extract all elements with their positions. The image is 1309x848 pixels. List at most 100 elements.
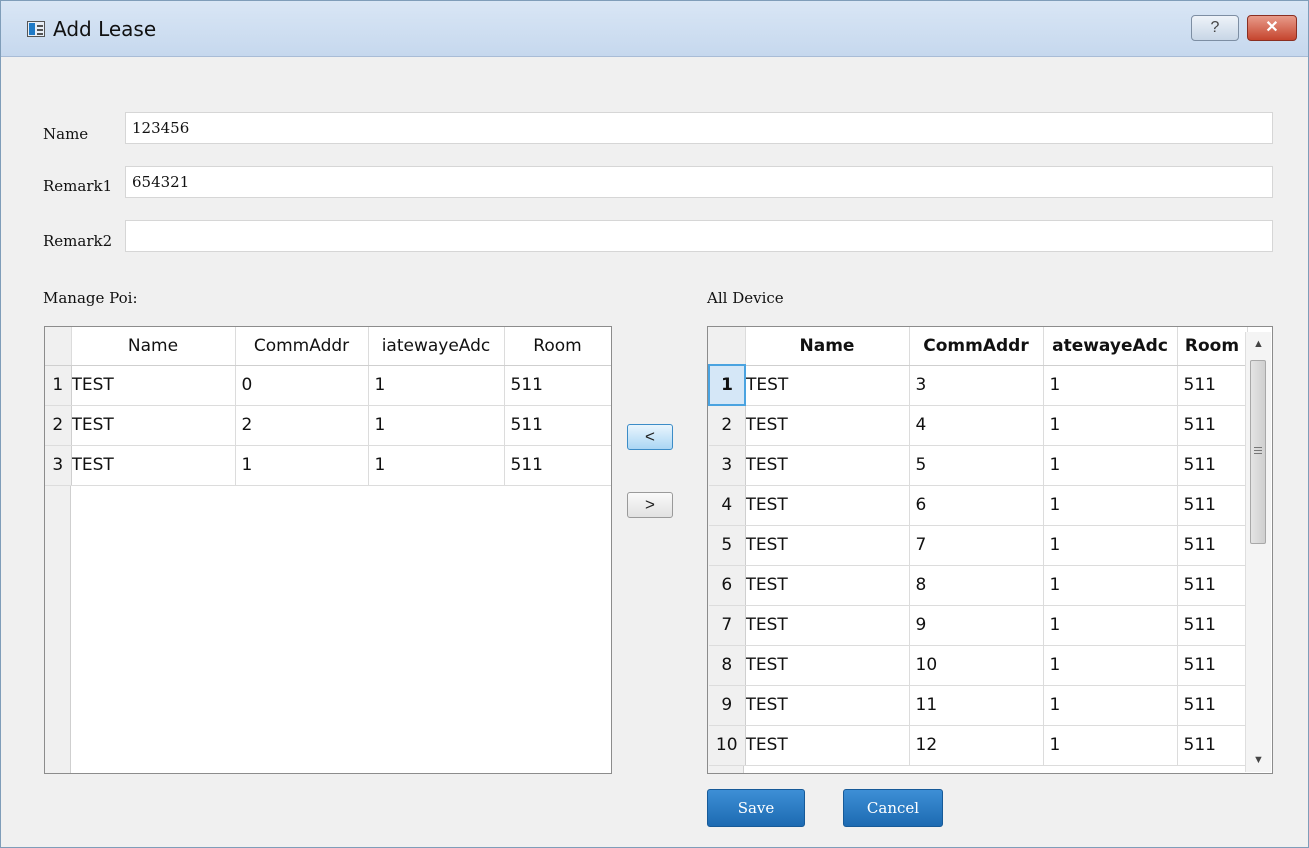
cell-commaddr[interactable]: 0: [235, 365, 369, 406]
cell-room[interactable]: 511: [504, 445, 611, 486]
scrollbar-thumb[interactable]: [1250, 360, 1266, 544]
column-header-room[interactable]: Room: [504, 327, 611, 366]
table-row[interactable]: 4 TEST 6 1 511: [709, 485, 1248, 526]
row-number[interactable]: 4: [709, 485, 746, 526]
scroll-down-arrow-icon[interactable]: ▼: [1246, 748, 1271, 772]
table-row[interactable]: 9 TEST 11 1 511: [709, 685, 1248, 726]
cell-room[interactable]: 511: [1177, 485, 1248, 526]
column-header-name[interactable]: Name: [745, 327, 910, 366]
row-number[interactable]: 5: [709, 525, 746, 566]
cell-room[interactable]: 511: [1177, 565, 1248, 606]
cell-name[interactable]: TEST: [71, 445, 236, 486]
cell-commaddr[interactable]: 3: [909, 365, 1044, 406]
cell-name[interactable]: TEST: [71, 365, 236, 406]
cell-commaddr[interactable]: 5: [909, 445, 1044, 486]
cell-gatewayaddr[interactable]: 1: [1043, 685, 1178, 726]
cell-room[interactable]: 511: [1177, 445, 1248, 486]
device-table-scrollbar[interactable]: ▲ ▼: [1245, 332, 1271, 772]
table-row[interactable]: 3 TEST 5 1 511: [709, 445, 1248, 486]
save-button[interactable]: Save: [707, 789, 805, 827]
row-number[interactable]: 2: [709, 405, 746, 446]
table-row[interactable]: 10 TEST 12 1 511: [709, 725, 1248, 766]
cell-gatewayaddr[interactable]: 1: [368, 405, 505, 446]
row-number[interactable]: 6: [709, 565, 746, 606]
cell-room[interactable]: 511: [504, 365, 611, 406]
table-row[interactable]: 7 TEST 9 1 511: [709, 605, 1248, 646]
cell-gatewayaddr[interactable]: 1: [1043, 445, 1178, 486]
cell-gatewayaddr[interactable]: 1: [1043, 365, 1178, 406]
cell-commaddr[interactable]: 2: [235, 405, 369, 446]
remark2-input[interactable]: [125, 220, 1273, 252]
cell-room[interactable]: 511: [1177, 405, 1248, 446]
cell-commaddr[interactable]: 7: [909, 525, 1044, 566]
cell-name[interactable]: TEST: [745, 565, 910, 606]
cell-name[interactable]: TEST: [745, 365, 910, 406]
column-header-commaddr[interactable]: CommAddr: [235, 327, 369, 366]
cell-room[interactable]: 511: [1177, 525, 1248, 566]
row-number[interactable]: 8: [709, 645, 746, 686]
remark1-input[interactable]: [125, 166, 1273, 198]
cell-gatewayaddr[interactable]: 1: [1043, 645, 1178, 686]
cell-name[interactable]: TEST: [71, 405, 236, 446]
column-header-gatewayaddr[interactable]: atewayeAdc: [1043, 327, 1178, 366]
cell-name[interactable]: TEST: [745, 485, 910, 526]
row-number[interactable]: 10: [709, 725, 746, 766]
cell-gatewayaddr[interactable]: 1: [1043, 725, 1178, 766]
cell-gatewayaddr[interactable]: 1: [1043, 565, 1178, 606]
close-button[interactable]: ✕: [1247, 15, 1297, 41]
cell-gatewayaddr[interactable]: 1: [1043, 525, 1178, 566]
cell-commaddr[interactable]: 12: [909, 725, 1044, 766]
cell-commaddr[interactable]: 4: [909, 405, 1044, 446]
cell-commaddr[interactable]: 8: [909, 565, 1044, 606]
cell-commaddr[interactable]: 10: [909, 645, 1044, 686]
row-number[interactable]: 3: [45, 445, 72, 486]
cell-name[interactable]: TEST: [745, 405, 910, 446]
cell-name[interactable]: TEST: [745, 645, 910, 686]
cell-name[interactable]: TEST: [745, 685, 910, 726]
cell-name[interactable]: TEST: [745, 605, 910, 646]
table-row[interactable]: 2 TEST 2 1 511: [45, 405, 611, 446]
table-row-selected[interactable]: 1 TEST 3 1 511: [708, 364, 1248, 406]
cell-gatewayaddr[interactable]: 1: [1043, 605, 1178, 646]
column-header-commaddr[interactable]: CommAddr: [909, 327, 1044, 366]
row-number[interactable]: 3: [709, 445, 746, 486]
cell-room[interactable]: 511: [1177, 685, 1248, 726]
cell-room[interactable]: 511: [1177, 725, 1248, 766]
table-row[interactable]: 6 TEST 8 1 511: [709, 565, 1248, 606]
cell-commaddr[interactable]: 1: [235, 445, 369, 486]
name-input[interactable]: [125, 112, 1273, 144]
move-to-manage-button[interactable]: <: [627, 424, 673, 450]
row-number[interactable]: 1: [708, 364, 746, 406]
cell-commaddr[interactable]: 11: [909, 685, 1044, 726]
cell-name[interactable]: TEST: [745, 525, 910, 566]
table-row[interactable]: 2 TEST 4 1 511: [709, 405, 1248, 446]
scroll-up-arrow-icon[interactable]: ▲: [1246, 332, 1271, 356]
row-number[interactable]: 2: [45, 405, 72, 446]
cell-room[interactable]: 511: [1177, 645, 1248, 686]
manage-poi-label: Manage Poi:: [43, 289, 138, 307]
move-to-devices-button[interactable]: >: [627, 492, 673, 518]
column-header-name[interactable]: Name: [71, 327, 236, 366]
cancel-button[interactable]: Cancel: [843, 789, 943, 827]
row-number[interactable]: 9: [709, 685, 746, 726]
table-row[interactable]: 8 TEST 10 1 511: [709, 645, 1248, 686]
cell-room[interactable]: 511: [504, 405, 611, 446]
table-row[interactable]: 5 TEST 7 1 511: [709, 525, 1248, 566]
row-number[interactable]: 1: [45, 365, 72, 406]
cell-gatewayaddr[interactable]: 1: [368, 365, 505, 406]
cell-room[interactable]: 511: [1177, 605, 1248, 646]
cell-gatewayaddr[interactable]: 1: [1043, 405, 1178, 446]
cell-gatewayaddr[interactable]: 1: [368, 445, 505, 486]
help-button[interactable]: ?: [1191, 15, 1239, 41]
cell-gatewayaddr[interactable]: 1: [1043, 485, 1178, 526]
row-number[interactable]: 7: [709, 605, 746, 646]
cell-name[interactable]: TEST: [745, 445, 910, 486]
table-row[interactable]: 3 TEST 1 1 511: [45, 445, 611, 486]
cell-room[interactable]: 511: [1177, 365, 1248, 406]
table-row[interactable]: 1 TEST 0 1 511: [45, 365, 611, 406]
column-header-gatewayaddr[interactable]: iatewayeAdc: [368, 327, 505, 366]
cell-name[interactable]: TEST: [745, 725, 910, 766]
cell-commaddr[interactable]: 6: [909, 485, 1044, 526]
column-header-room[interactable]: Room: [1177, 327, 1248, 366]
cell-commaddr[interactable]: 9: [909, 605, 1044, 646]
